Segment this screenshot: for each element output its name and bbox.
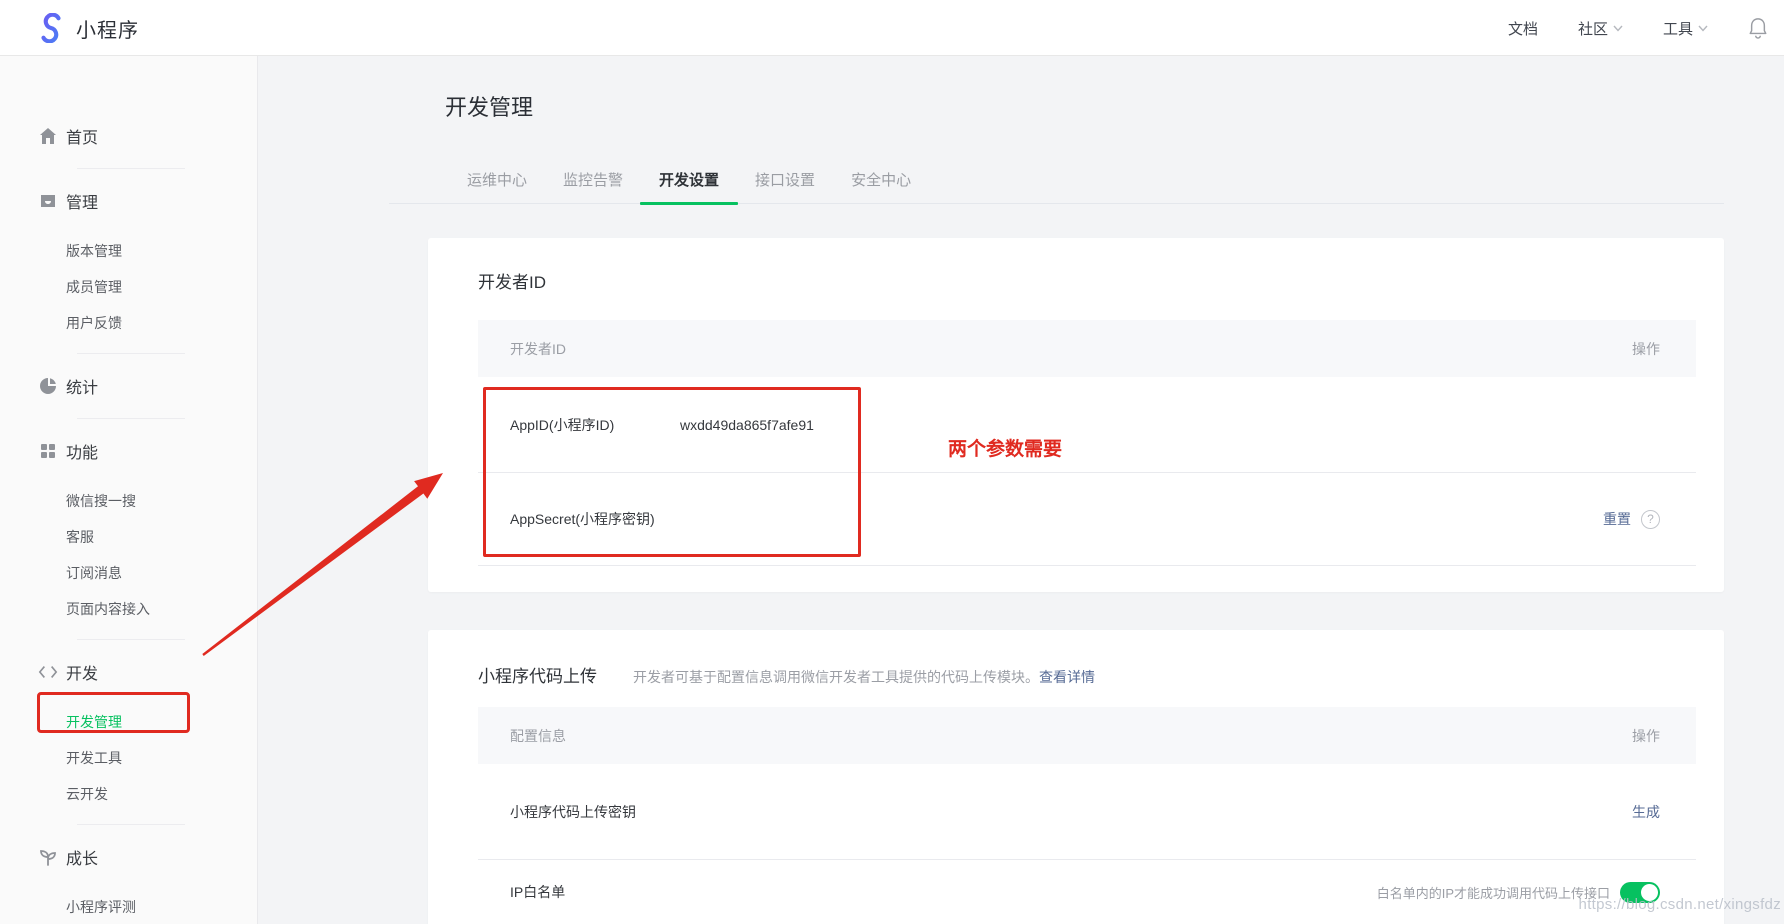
notification-bell-icon[interactable] [1748, 17, 1768, 39]
sidebar-item-page-content-access[interactable]: 页面内容接入 [0, 591, 257, 627]
table-header: 配置信息 操作 [478, 707, 1696, 764]
nav-community-label: 社区 [1578, 18, 1608, 39]
sidebar-item-dev-manage[interactable]: 开发管理 [0, 704, 257, 740]
column-header-developer-id: 开发者ID [510, 339, 566, 359]
table-row-upload-key: 小程序代码上传密钥 生成 [478, 764, 1696, 860]
reset-button[interactable]: 重置 [1603, 509, 1631, 529]
sidebar-divider [77, 639, 185, 640]
nav-tools-label: 工具 [1663, 18, 1693, 39]
logo-text: 小程序 [76, 14, 139, 43]
sidebar-item-label: 功能 [66, 439, 98, 463]
column-header-action: 操作 [1632, 339, 1660, 359]
sidebar-item-label: 管理 [66, 189, 98, 213]
sidebar-item-label: 统计 [66, 374, 98, 398]
sidebar-item-develop[interactable]: 开发 [0, 652, 257, 692]
view-details-link[interactable]: 查看详情 [1039, 667, 1095, 687]
sidebar-item-growth[interactable]: 成长 [0, 837, 257, 877]
chevron-down-icon [1698, 25, 1708, 32]
section-title-developer-id: 开发者ID [478, 268, 546, 293]
sidebar-divider [77, 353, 185, 354]
code-upload-card: 小程序代码上传 开发者可基于配置信息调用微信开发者工具提供的代码上传模块。 查看… [428, 630, 1724, 924]
appsecret-label: AppSecret(小程序密钥) [510, 509, 680, 529]
main-content: 开发管理 运维中心 监控告警 开发设置 接口设置 安全中心 开发者ID 开发者I… [258, 56, 1784, 924]
sidebar-item-features[interactable]: 功能 [0, 431, 257, 471]
nav-community[interactable]: 社区 [1578, 18, 1623, 39]
ip-whitelist-note: 白名单内的IP才能成功调用代码上传接口 [1377, 883, 1610, 902]
sidebar-item-customer-service[interactable]: 客服 [0, 519, 257, 555]
generate-button[interactable]: 生成 [1632, 802, 1660, 822]
toggle-knob [1641, 884, 1658, 901]
tab-bar: 运维中心 监控告警 开发设置 接口设置 安全中心 [389, 164, 1724, 204]
appsecret-actions: 重置 ? [1603, 509, 1660, 529]
ip-whitelist-actions: 白名单内的IP才能成功调用代码上传接口 [1377, 882, 1660, 903]
column-header-action: 操作 [1632, 726, 1660, 746]
sidebar-item-manage[interactable]: 管理 [0, 181, 257, 221]
top-nav: 文档 社区 工具 [1508, 0, 1768, 56]
sidebar-divider [77, 824, 185, 825]
table-row-appsecret: AppSecret(小程序密钥) 重置 ? [478, 473, 1696, 566]
sidebar-item-wechat-search[interactable]: 微信搜一搜 [0, 483, 257, 519]
table-row-appid: AppID(小程序ID) wxdd49da865f7afe91 [478, 377, 1696, 473]
code-icon [38, 662, 58, 682]
column-header-config-info: 配置信息 [510, 726, 566, 746]
upload-key-label: 小程序代码上传密钥 [510, 802, 730, 822]
table-header: 开发者ID 操作 [478, 320, 1696, 377]
page-title: 开发管理 [445, 90, 533, 122]
sidebar-item-miniprogram-review[interactable]: 小程序评测 [0, 889, 257, 924]
sidebar-item-cloud-dev[interactable]: 云开发 [0, 776, 257, 812]
tab-dev-settings[interactable]: 开发设置 [649, 169, 729, 203]
sidebar-item-version-manage[interactable]: 版本管理 [0, 233, 257, 269]
developer-id-card: 开发者ID 开发者ID 操作 AppID(小程序ID) wxdd49da865f… [428, 238, 1724, 592]
sidebar-item-user-feedback[interactable]: 用户反馈 [0, 305, 257, 341]
sidebar-divider [77, 418, 185, 419]
sprout-icon [38, 847, 58, 867]
brand-logo[interactable]: 小程序 [36, 13, 139, 43]
nav-tools[interactable]: 工具 [1663, 18, 1708, 39]
wechat-miniprogram-console: 小程序 文档 社区 工具 [0, 0, 1784, 924]
sidebar: 首页 管理 版本管理 成员管理 用户反馈 统计 [0, 56, 258, 924]
miniprogram-logo-icon [36, 13, 66, 43]
sidebar-item-home[interactable]: 首页 [0, 116, 257, 156]
sidebar-item-member-manage[interactable]: 成员管理 [0, 269, 257, 305]
tab-security-center[interactable]: 安全中心 [841, 169, 921, 203]
tab-api-settings[interactable]: 接口设置 [745, 169, 825, 203]
sidebar-item-label: 成长 [66, 845, 98, 869]
appid-label: AppID(小程序ID) [510, 415, 680, 435]
code-upload-description: 开发者可基于配置信息调用微信开发者工具提供的代码上传模块。 [633, 667, 1039, 687]
sidebar-item-label: 开发 [66, 660, 98, 684]
help-icon[interactable]: ? [1641, 510, 1660, 529]
developer-id-rows: AppID(小程序ID) wxdd49da865f7afe91 AppSecre… [478, 377, 1696, 566]
appid-value: wxdd49da865f7afe91 [680, 417, 814, 433]
chevron-down-icon [1613, 25, 1623, 32]
section-title-code-upload: 小程序代码上传 [478, 662, 597, 687]
grid-icon [38, 441, 58, 461]
upload-key-actions: 生成 [1632, 802, 1660, 822]
home-icon [38, 126, 58, 146]
top-bar: 小程序 文档 社区 工具 [0, 0, 1784, 56]
tab-monitor-alert[interactable]: 监控告警 [553, 169, 633, 203]
ip-whitelist-label: IP白名单 [510, 882, 730, 902]
tray-icon [38, 191, 58, 211]
sidebar-item-label: 首页 [66, 124, 98, 148]
sidebar-item-subscribe-message[interactable]: 订阅消息 [0, 555, 257, 591]
sidebar-item-statistics[interactable]: 统计 [0, 366, 257, 406]
sidebar-item-dev-tools[interactable]: 开发工具 [0, 740, 257, 776]
code-upload-rows: 小程序代码上传密钥 生成 IP白名单 白名单内的IP才能成功调用代码上传接口 [478, 764, 1696, 924]
pie-chart-icon [38, 376, 58, 396]
ip-whitelist-toggle[interactable] [1620, 882, 1660, 903]
sidebar-divider [77, 168, 185, 169]
nav-docs-label: 文档 [1508, 18, 1538, 39]
nav-docs[interactable]: 文档 [1508, 18, 1538, 39]
code-upload-title-row: 小程序代码上传 开发者可基于配置信息调用微信开发者工具提供的代码上传模块。 查看… [478, 662, 1095, 687]
tab-operations-center[interactable]: 运维中心 [457, 169, 537, 203]
table-row-ip-whitelist: IP白名单 白名单内的IP才能成功调用代码上传接口 [478, 860, 1696, 924]
